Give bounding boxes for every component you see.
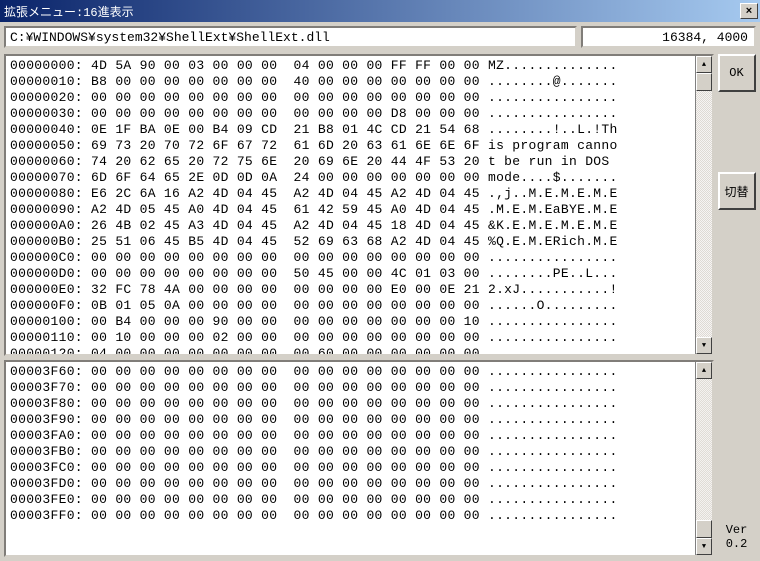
close-button[interactable]: × [740, 3, 758, 19]
hex-pane-top: 00000000: 4D 5A 90 00 03 00 00 00 04 00 … [4, 54, 714, 356]
scrollbar-top[interactable]: ▲ ▼ [695, 56, 712, 354]
hex-content-bottom[interactable]: 00003F60: 00 00 00 00 00 00 00 00 00 00 … [6, 362, 712, 526]
scrollbar-bottom[interactable]: ▲ ▼ [695, 362, 712, 555]
scroll-down-btn[interactable]: ▼ [696, 538, 712, 555]
sidebar: OK 切替 Ver 0.2 [716, 52, 760, 561]
scroll-thumb[interactable] [696, 73, 712, 91]
path-input[interactable] [4, 26, 577, 48]
scroll-thumb[interactable] [696, 520, 712, 538]
hex-pane-bottom: 00003F60: 00 00 00 00 00 00 00 00 00 00 … [4, 360, 714, 557]
scroll-up-btn[interactable]: ▲ [696, 362, 712, 379]
size-field: 16384, 4000 [581, 26, 756, 48]
titlebar: 拡張メニュー:16進表示 × [0, 0, 760, 22]
switch-button[interactable]: 切替 [718, 172, 756, 210]
scroll-track[interactable] [696, 73, 712, 337]
main-area: 00000000: 4D 5A 90 00 03 00 00 00 04 00 … [0, 52, 760, 561]
hex-content-top[interactable]: 00000000: 4D 5A 90 00 03 00 00 00 04 00 … [6, 56, 712, 356]
window-title: 拡張メニュー:16進表示 [4, 3, 134, 20]
ok-button[interactable]: OK [718, 54, 756, 92]
scroll-down-btn[interactable]: ▼ [696, 337, 712, 354]
toolbar: 16384, 4000 [0, 22, 760, 52]
scroll-up-btn[interactable]: ▲ [696, 56, 712, 73]
scroll-track[interactable] [696, 379, 712, 538]
version-label: Ver 0.2 [726, 523, 748, 557]
hex-panes: 00000000: 4D 5A 90 00 03 00 00 00 04 00 … [0, 52, 716, 561]
